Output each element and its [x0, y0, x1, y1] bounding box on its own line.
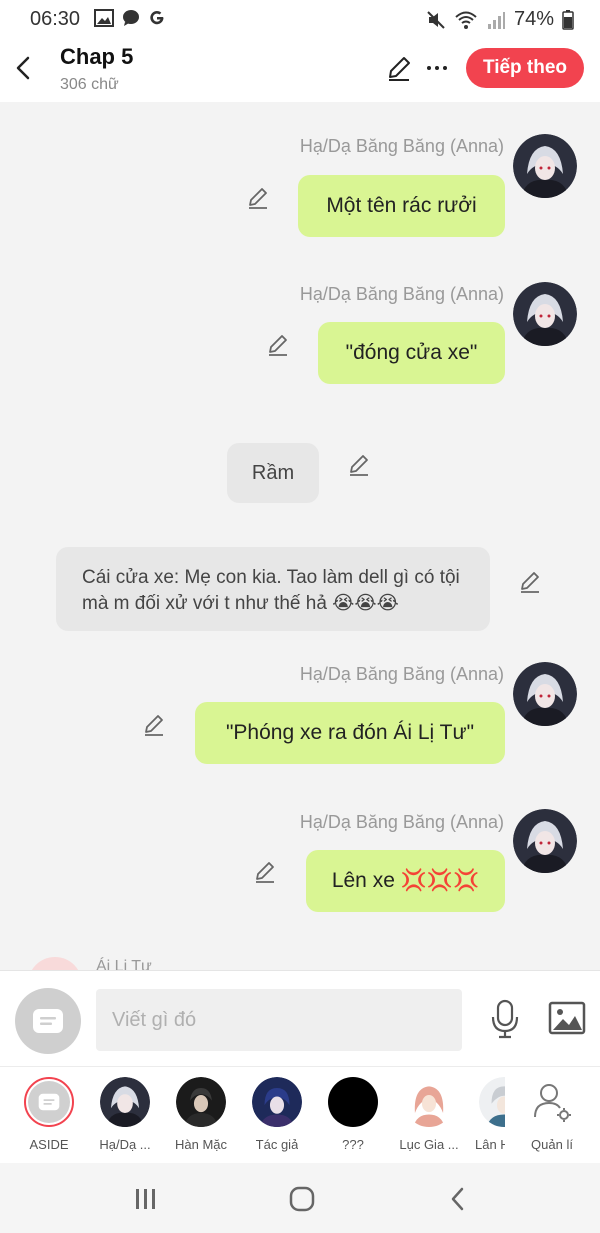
battery-percent: 74%	[513, 8, 554, 30]
aside-icon	[33, 1009, 63, 1033]
pencil-icon[interactable]	[266, 333, 290, 357]
word-count: 306 chữ	[60, 76, 119, 93]
message-author: Hạ/Dạ Băng Băng (Anna)	[299, 664, 504, 684]
character-selector: ASIDE Hạ/Dạ ... Hàn Mặc Tác giả ??? Lục …	[0, 1066, 600, 1163]
avatar	[252, 1077, 302, 1127]
image-upload-icon[interactable]	[548, 1001, 586, 1035]
google-icon	[150, 11, 164, 25]
avatar[interactable]	[513, 134, 577, 198]
message-bubble[interactable]: "Phóng xe ra đón Ái Lị Tư"	[195, 702, 505, 764]
app-header: Chap 5 306 chữ Tiếp theo	[0, 36, 600, 102]
status-bar: 06:30 74%	[0, 0, 600, 36]
message-author: Hạ/Dạ Băng Băng (Anna)	[299, 284, 504, 304]
edit-icon[interactable]	[385, 54, 413, 82]
pencil-icon[interactable]	[253, 860, 277, 884]
character-tac-gia[interactable]: Tác giả	[241, 1077, 313, 1152]
avatar[interactable]	[513, 662, 577, 726]
character-luc-gia[interactable]: Lục Gia ...	[393, 1077, 465, 1152]
avatar	[479, 1077, 505, 1127]
next-chapter-button[interactable]: Tiếp theo	[466, 48, 584, 88]
pencil-icon[interactable]	[347, 453, 371, 477]
status-time: 06:30	[30, 8, 81, 30]
back-nav-icon[interactable]	[448, 1185, 468, 1213]
mute-icon	[427, 10, 445, 29]
character-unknown[interactable]: ???	[317, 1077, 389, 1152]
avatar	[176, 1077, 226, 1127]
avatar	[328, 1077, 378, 1127]
composer-bar	[0, 970, 600, 1066]
pencil-icon[interactable]	[246, 186, 270, 210]
back-button[interactable]	[12, 52, 36, 84]
pencil-icon[interactable]	[518, 570, 542, 594]
avatar[interactable]	[28, 957, 82, 970]
message-bubble[interactable]: Một tên rác rưởi	[298, 175, 505, 237]
user-settings-icon	[534, 1084, 571, 1122]
character-han-mac[interactable]: Hàn Mặc	[165, 1077, 237, 1152]
character-label: ASIDE	[29, 1137, 69, 1152]
message-author: Ái Lị Tư	[96, 958, 152, 970]
more-icon	[427, 66, 447, 70]
character-label: Lân H	[475, 1137, 505, 1152]
character-label: Quản lí	[531, 1137, 573, 1152]
more-menu-button[interactable]	[425, 56, 449, 80]
message-author: Hạ/Dạ Băng Băng (Anna)	[299, 812, 504, 832]
character-label: Hạ/Dạ ...	[99, 1137, 151, 1152]
recent-apps-icon[interactable]	[134, 1187, 158, 1211]
aside-mode-button[interactable]	[15, 988, 81, 1054]
character-label: ???	[342, 1137, 364, 1152]
avatar[interactable]	[513, 809, 577, 873]
battery-icon	[562, 9, 574, 30]
character-manage-button[interactable]: Quản lí	[516, 1077, 588, 1152]
chat-area[interactable]: Hạ/Dạ Băng Băng (Anna) Một tên rác rưởi …	[0, 102, 600, 970]
microphone-icon[interactable]	[488, 999, 522, 1039]
pencil-icon[interactable]	[142, 713, 166, 737]
character-ha-da[interactable]: Hạ/Dạ ...	[89, 1077, 161, 1152]
image-icon	[94, 9, 114, 27]
home-icon[interactable]	[288, 1185, 316, 1213]
page-title: Chap 5	[60, 44, 134, 69]
signal-icon	[487, 11, 505, 29]
avatar	[24, 1077, 74, 1127]
aside-bubble[interactable]: Cái cửa xe: Mẹ con kia. Tao làm dell gì …	[56, 547, 490, 631]
wifi-icon	[455, 11, 477, 29]
character-aside[interactable]: ASIDE	[13, 1077, 85, 1152]
avatar[interactable]	[513, 282, 577, 346]
message-author: Hạ/Dạ Băng Băng (Anna)	[299, 136, 504, 156]
chat-bubble-icon	[123, 10, 139, 26]
character-lan[interactable]: Lân H	[469, 1077, 505, 1152]
character-label: Hàn Mặc	[174, 1137, 228, 1152]
avatar	[100, 1077, 150, 1127]
aside-icon	[38, 1093, 60, 1111]
message-bubble[interactable]: "đóng cửa xe"	[318, 322, 505, 384]
system-nav-bar	[0, 1163, 600, 1233]
character-label: Lục Gia ...	[399, 1137, 459, 1152]
character-label: Tác giả	[255, 1137, 299, 1152]
message-input[interactable]	[96, 989, 462, 1051]
narration-bubble[interactable]: Rầm	[227, 443, 319, 503]
avatar	[404, 1077, 454, 1127]
message-bubble[interactable]: Lên xe 💢💢💢	[306, 850, 505, 912]
